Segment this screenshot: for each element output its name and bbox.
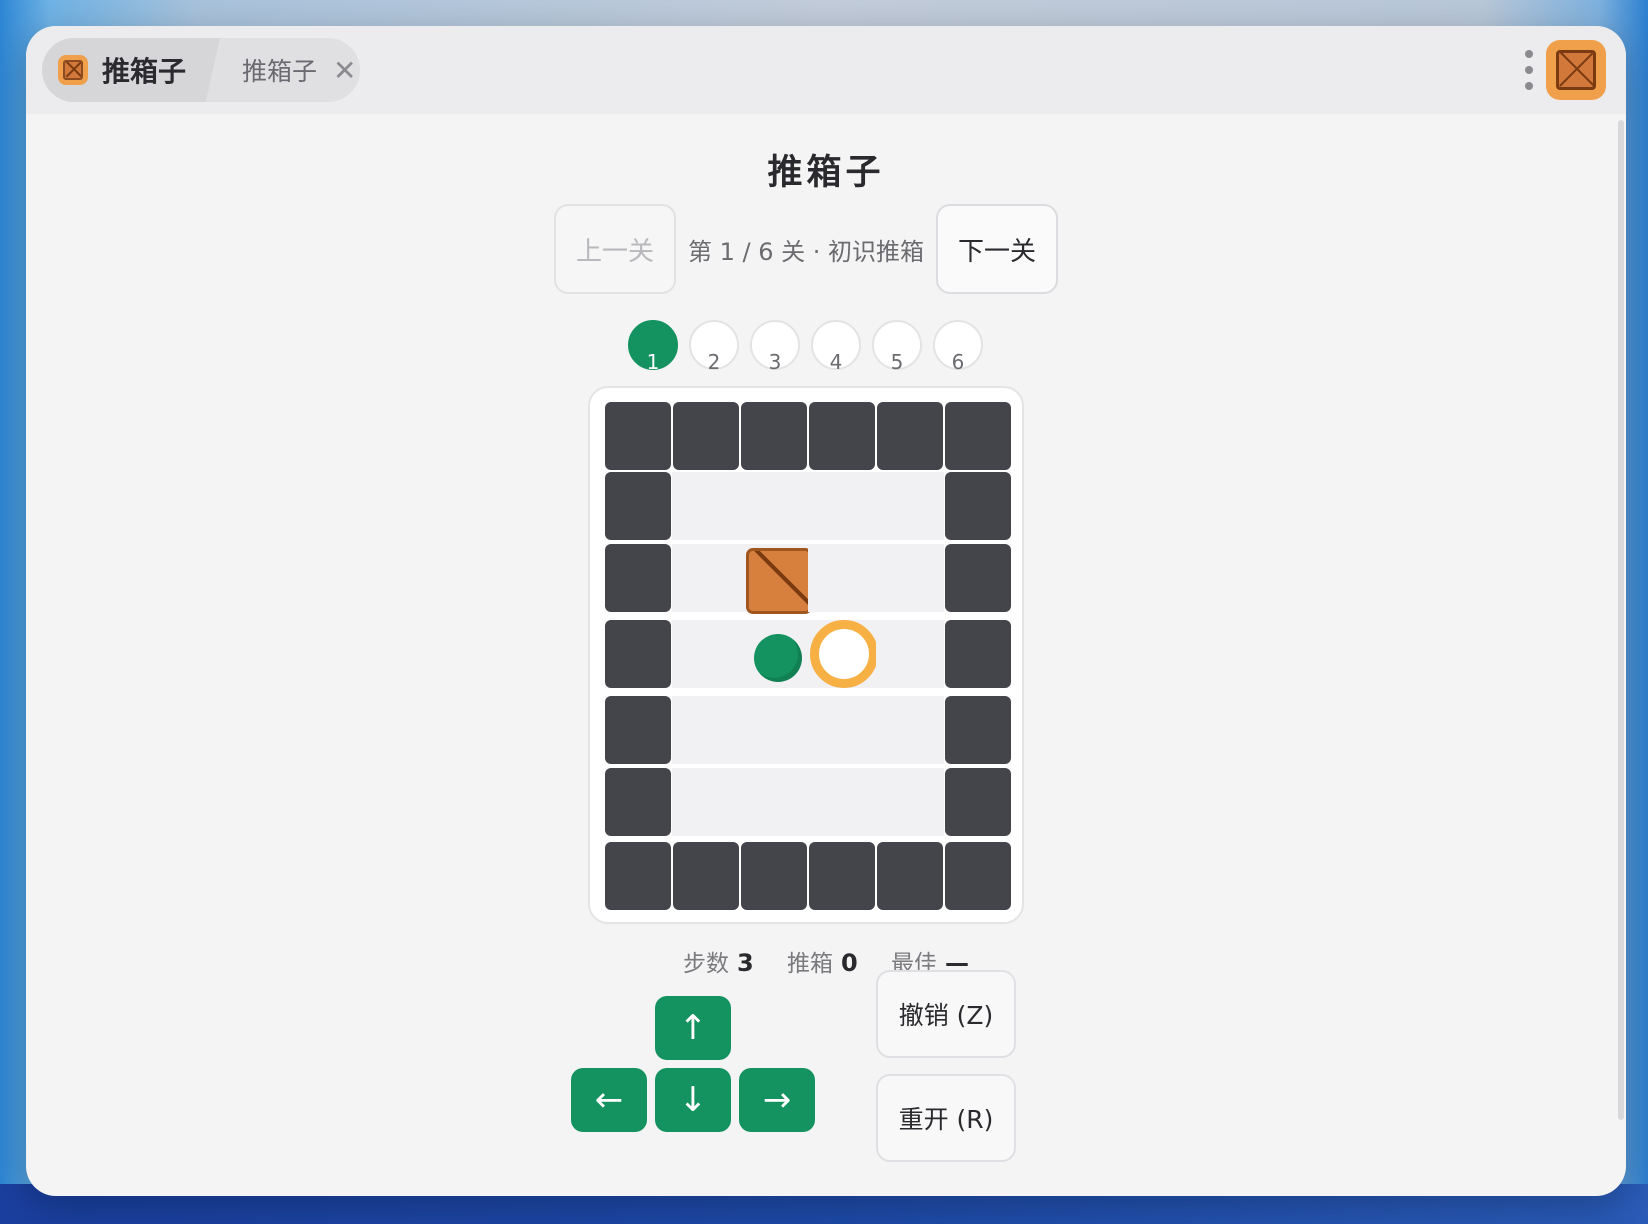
level-dot-label: 3 xyxy=(768,350,782,374)
level-selector: 1 2 3 4 5 6 xyxy=(628,320,983,374)
wall-tile xyxy=(945,696,1011,764)
tab-title: 推箱子 xyxy=(102,55,187,88)
level-dot-label: 2 xyxy=(707,350,721,374)
wall-tile xyxy=(877,842,943,910)
level-dot-label: 1 xyxy=(646,350,660,374)
level-dot-1[interactable]: 1 xyxy=(628,320,678,374)
wall-tile xyxy=(605,620,671,688)
steps-label: 步数 xyxy=(682,951,729,977)
level-dot-5[interactable]: 5 xyxy=(872,320,922,374)
more-menu-icon[interactable] xyxy=(1524,50,1534,90)
pushes-label: 推箱 xyxy=(787,951,833,977)
title-bar: 推箱子 推箱子 ✕ xyxy=(26,26,1626,114)
wall-tile xyxy=(605,696,671,764)
floor-tile xyxy=(876,768,944,836)
page-title: 推箱子 xyxy=(767,153,885,193)
floor-tile xyxy=(876,544,944,612)
goal-target xyxy=(810,620,878,688)
wall-tile xyxy=(945,842,1011,910)
undo-button[interactable]: 撤销 (Z) xyxy=(876,970,1016,1058)
floor-tile xyxy=(672,768,740,836)
floor-tile xyxy=(808,472,876,540)
floor-tile xyxy=(740,472,808,540)
wall-tile xyxy=(605,472,671,540)
floor-tile xyxy=(876,620,944,688)
wall-tile xyxy=(605,544,671,612)
level-info: 第 1 / 6 关 · 初识推箱 xyxy=(687,238,925,266)
floor-tile xyxy=(876,696,944,764)
wall-tile xyxy=(945,472,1011,540)
floor-tile xyxy=(672,472,740,540)
move-left-button[interactable]: ← xyxy=(571,1068,647,1132)
floor-tile xyxy=(808,696,876,764)
wall-tile xyxy=(809,402,875,470)
floor-tile xyxy=(740,696,808,764)
floor-tile xyxy=(672,620,740,688)
pushes-value: 0 xyxy=(841,949,858,977)
steps-value: 3 xyxy=(736,949,754,977)
app-window: 推箱子 推箱子 ✕ 推箱子 上一关 第 1 / 6 关 · 初识推箱 下一关 1… xyxy=(26,26,1626,1196)
wall-tile xyxy=(673,842,739,910)
level-dot-label: 5 xyxy=(890,350,904,374)
floor-tile xyxy=(740,768,808,836)
stats-bar: 步数 3 推箱 0 最佳 — xyxy=(26,944,1626,978)
wall-tile xyxy=(741,842,807,910)
tab-strip: 推箱子 推箱子 ✕ xyxy=(42,38,360,102)
wall-tile xyxy=(945,402,1011,470)
player xyxy=(754,634,802,682)
floor-tile xyxy=(808,768,876,836)
move-up-button[interactable]: ↑ xyxy=(655,996,731,1060)
restart-button[interactable]: 重开 (R) xyxy=(876,1074,1016,1162)
move-down-button[interactable]: ↓ xyxy=(655,1068,731,1132)
level-dot-3[interactable]: 3 xyxy=(750,320,800,374)
tab-active[interactable]: 推箱子 xyxy=(42,38,220,102)
crate-icon[interactable] xyxy=(1546,40,1606,100)
floor-tile xyxy=(672,544,740,612)
wall-tile xyxy=(877,402,943,470)
wall-tile xyxy=(673,402,739,470)
level-dot-6[interactable]: 6 xyxy=(933,320,983,374)
wall-tile xyxy=(605,402,671,470)
floor-tile xyxy=(876,472,944,540)
wall-tile xyxy=(605,768,671,836)
wall-tile xyxy=(741,402,807,470)
tab-second[interactable]: 推箱子 xyxy=(242,52,317,88)
crate xyxy=(746,548,812,614)
level-dot-2[interactable]: 2 xyxy=(689,320,739,374)
wall-tile xyxy=(945,768,1011,836)
wall-tile xyxy=(605,842,671,910)
floor-tile xyxy=(672,696,740,764)
level-dot-label: 6 xyxy=(951,350,965,374)
level-dot-label: 4 xyxy=(829,350,843,374)
wall-tile xyxy=(945,544,1011,612)
move-right-button[interactable]: → xyxy=(739,1068,815,1132)
next-level-button[interactable]: 下一关 xyxy=(936,204,1058,294)
wall-tile xyxy=(945,620,1011,688)
scrollbar[interactable] xyxy=(1614,114,1626,1134)
wall-tile xyxy=(809,842,875,910)
game-board xyxy=(588,386,1024,924)
close-icon[interactable]: ✕ xyxy=(333,54,356,87)
crate-icon xyxy=(58,55,88,85)
prev-level-button[interactable]: 上一关 xyxy=(554,204,676,294)
level-dot-4[interactable]: 4 xyxy=(811,320,861,374)
floor-tile xyxy=(808,544,876,612)
